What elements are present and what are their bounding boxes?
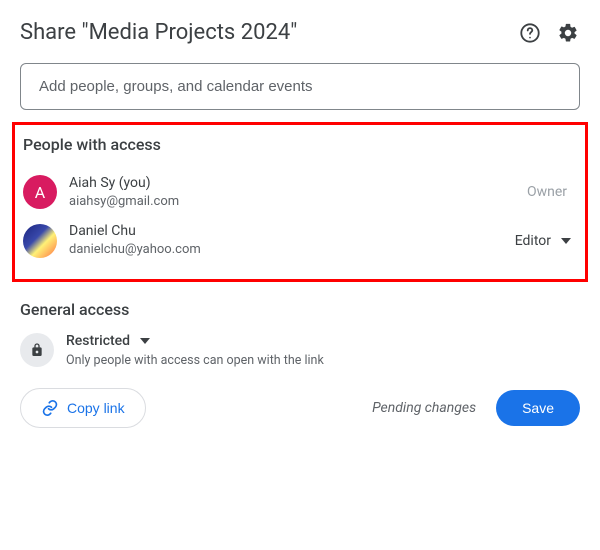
role-label: Editor — [515, 233, 551, 249]
chevron-down-icon — [140, 338, 150, 344]
footer-right: Pending changes Save — [372, 390, 580, 426]
gear-icon[interactable] — [556, 21, 580, 45]
link-icon — [41, 399, 59, 417]
people-with-access-highlight: People with access A Aiah Sy (you) aiahs… — [12, 122, 588, 282]
dialog-header: Share "Media Projects 2024" — [20, 20, 580, 45]
person-info: Daniel Chu danielchu@yahoo.com — [69, 222, 503, 258]
dialog-title: Share "Media Projects 2024" — [20, 20, 297, 45]
general-access-section: General access Restricted Only people wi… — [20, 300, 580, 368]
role-dropdown[interactable]: Editor — [515, 233, 577, 249]
chevron-down-icon — [561, 238, 571, 244]
person-row-editor: Daniel Chu danielchu@yahoo.com Editor — [23, 216, 577, 264]
copy-link-button[interactable]: Copy link — [20, 388, 146, 428]
people-section-title: People with access — [23, 135, 577, 154]
access-mode-label: Restricted — [66, 333, 130, 349]
person-email: aiahsy@gmail.com — [69, 193, 515, 211]
access-mode-description: Only people with access can open with th… — [66, 353, 324, 368]
person-info: Aiah Sy (you) aiahsy@gmail.com — [69, 174, 515, 210]
person-name: Aiah Sy (you) — [69, 174, 515, 193]
role-label-owner: Owner — [527, 184, 577, 200]
header-icons — [518, 21, 580, 45]
help-icon[interactable] — [518, 21, 542, 45]
avatar: A — [23, 175, 57, 209]
person-name: Daniel Chu — [69, 222, 503, 241]
copy-link-label: Copy link — [67, 400, 125, 416]
person-email: danielchu@yahoo.com — [69, 241, 503, 259]
general-access-info: Restricted Only people with access can o… — [66, 333, 324, 368]
avatar — [23, 224, 57, 258]
general-access-row: Restricted Only people with access can o… — [20, 333, 580, 368]
save-button[interactable]: Save — [496, 390, 580, 426]
general-section-title: General access — [20, 300, 580, 319]
access-mode-dropdown[interactable]: Restricted — [66, 333, 324, 349]
person-row-owner: A Aiah Sy (you) aiahsy@gmail.com Owner — [23, 168, 577, 216]
dialog-footer: Copy link Pending changes Save — [20, 388, 580, 428]
lock-icon — [20, 333, 54, 367]
pending-changes-label: Pending changes — [372, 400, 476, 416]
add-people-input[interactable] — [20, 63, 580, 110]
